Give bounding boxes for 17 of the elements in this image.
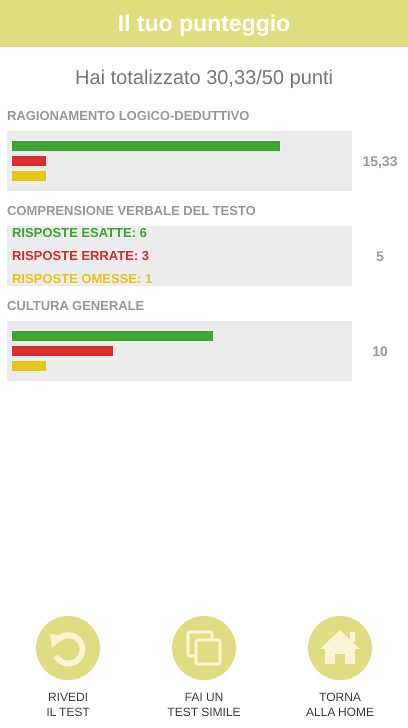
section-title: COMPRENSIONE VERBALE DEL TESTO — [7, 203, 257, 218]
page-title: Il tuo punteggio — [118, 10, 290, 37]
section-title: CULTURA GENERALE — [7, 298, 146, 313]
answer-count: RISPOSTE ESATTE: 6 — [12, 224, 148, 242]
answer-count: RISPOSTE OMESSE: 1 — [12, 270, 154, 288]
undo-icon — [36, 616, 100, 680]
answer-count: RISPOSTE ERRATE: 3 — [12, 247, 150, 265]
copy-icon — [172, 616, 236, 680]
section-score: 10 — [371, 343, 389, 359]
home-icon — [308, 616, 372, 680]
section-score: 15,33 — [361, 153, 399, 169]
total-score: Hai totalizzato 30,33/50 punti — [74, 67, 334, 90]
action-button[interactable]: FAI UN TEST SIMILE — [149, 616, 259, 720]
action-button[interactable]: RIVEDI IL TEST — [13, 616, 123, 720]
section-title: RAGIONAMENTO LOGICO-DEDUTTIVO — [7, 108, 250, 123]
action-button[interactable]: TORNA ALLA HOME — [285, 616, 395, 720]
section-score: 5 — [375, 248, 385, 264]
